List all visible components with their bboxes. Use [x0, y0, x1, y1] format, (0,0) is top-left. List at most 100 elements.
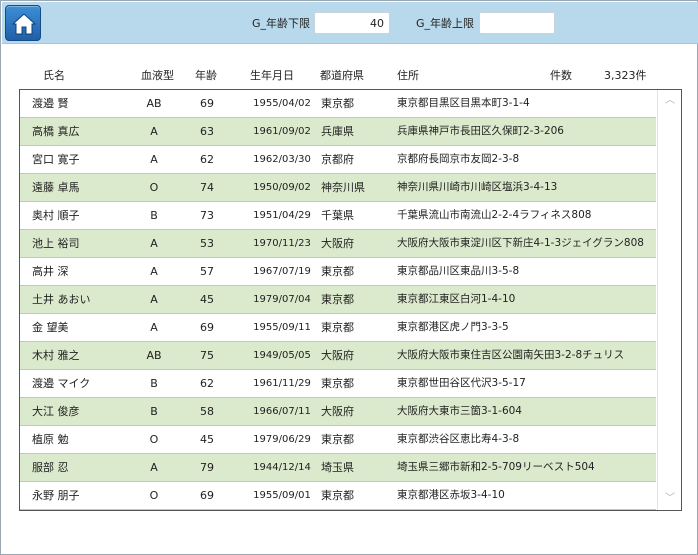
record-count-value: 3,323件: [604, 69, 647, 82]
cell-prefecture: 東京都: [321, 293, 354, 306]
cell-birth-date: 1961/11/29: [253, 378, 311, 389]
table-row[interactable]: 永野 朋子 O 69 1955/09/01 東京都 東京都港区赤坂3-4-10: [20, 482, 656, 510]
chevron-down-icon[interactable]: ﹀: [663, 492, 677, 506]
cell-name: 服部 忍: [32, 461, 69, 474]
cell-name: 大江 俊彦: [32, 405, 80, 418]
cell-prefecture: 千葉県: [321, 209, 354, 222]
cell-birth-date: 1967/07/19: [253, 266, 311, 277]
table-row[interactable]: 金 望美 A 69 1955/09/11 東京都 東京都港区虎ノ門3-3-5: [20, 314, 656, 342]
table-row[interactable]: 植原 勉 O 45 1979/06/29 東京都 東京都渋谷区恵比寿4-3-8: [20, 426, 656, 454]
cell-prefecture: 大阪府: [321, 349, 354, 362]
cell-age: 45: [200, 293, 214, 306]
table-row[interactable]: 高井 深 A 57 1967/07/19 東京都 東京都品川区東品川3-5-8: [20, 258, 656, 286]
cell-age: 63: [200, 125, 214, 138]
table-row[interactable]: 渡邉 賢 AB 69 1955/04/02 東京都 東京都目黒区目黒本町3-1-4: [20, 90, 656, 118]
cell-address: 東京都世田谷区代沢3-5-17: [397, 377, 526, 389]
table-row[interactable]: 土井 あおい A 45 1979/07/04 東京都 東京都江東区白河1-4-10: [20, 286, 656, 314]
header-name: 氏名: [43, 69, 65, 82]
cell-birth-date: 1955/09/11: [253, 322, 311, 333]
cell-birth-date: 1951/04/29: [253, 210, 311, 221]
cell-address: 大阪府大阪市東住吉区公園南矢田3-2-8チュリス: [397, 349, 625, 361]
cell-address: 東京都江東区白河1-4-10: [397, 293, 516, 305]
cell-prefecture: 東京都: [321, 489, 354, 502]
cell-age: 79: [200, 461, 214, 474]
cell-blood-type: A: [150, 293, 158, 306]
age-max-label: G_年齢上限: [416, 17, 475, 30]
table-row[interactable]: 服部 忍 A 79 1944/12/14 埼玉県 埼玉県三郷市新和2-5-709リーベスト…: [20, 454, 656, 482]
age-max-input[interactable]: [479, 12, 555, 34]
cell-age: 69: [200, 97, 214, 110]
cell-age: 73: [200, 209, 214, 222]
cell-age: 69: [200, 321, 214, 334]
cell-address: 大阪府大東市三箇3-1-604: [397, 405, 522, 417]
cell-birth-date: 1961/09/02: [253, 126, 311, 137]
cell-address: 神奈川県川崎市川崎区塩浜3-4-13: [397, 181, 558, 193]
record-count-label: 件数: [550, 69, 572, 82]
header-birth: 生年月日: [250, 69, 294, 82]
cell-birth-date: 1955/04/02: [253, 98, 311, 109]
header-address: 住所: [397, 69, 419, 82]
table-row[interactable]: 宮口 寛子 A 62 1962/03/30 京都府 京都府長岡京市友岡2-3-8: [20, 146, 656, 174]
cell-blood-type: A: [150, 321, 158, 334]
cell-blood-type: A: [150, 153, 158, 166]
age-min-input[interactable]: [314, 12, 390, 34]
chevron-up-icon[interactable]: ︿: [663, 94, 677, 108]
cell-address: 兵庫県神戸市長田区久保町2-3-206: [397, 125, 564, 137]
home-button[interactable]: [5, 5, 41, 41]
cell-prefecture: 大阪府: [321, 405, 354, 418]
cell-name: 渡邉 マイク: [32, 377, 91, 390]
cell-blood-type: B: [150, 377, 158, 390]
cell-age: 74: [200, 181, 214, 194]
cell-address: 京都府長岡京市友岡2-3-8: [397, 153, 520, 165]
cell-blood-type: AB: [146, 97, 162, 110]
table-row[interactable]: 遠藤 卓馬 O 74 1950/09/02 神奈川県 神奈川県川崎市川崎区塩浜3-4-13: [20, 174, 656, 202]
cell-address: 東京都港区赤坂3-4-10: [397, 489, 505, 501]
cell-birth-date: 1979/07/04: [253, 294, 311, 305]
cell-blood-type: B: [150, 405, 158, 418]
cell-name: 金 望美: [32, 321, 69, 334]
table-row[interactable]: 奥村 順子 B 73 1951/04/29 千葉県 千葉県流山市南流山2-2-4ラフィネス…: [20, 202, 656, 230]
cell-name: 木村 雅之: [32, 349, 80, 362]
cell-age: 62: [200, 377, 214, 390]
cell-address: 東京都渋谷区恵比寿4-3-8: [397, 433, 520, 445]
records-table: 渡邉 賢 AB 69 1955/04/02 東京都 東京都目黒区目黒本町3-1-4 高橋 真…: [19, 89, 682, 511]
cell-age: 57: [200, 265, 214, 278]
cell-birth-date: 1949/05/05: [253, 350, 311, 361]
cell-prefecture: 東京都: [321, 97, 354, 110]
cell-age: 53: [200, 237, 214, 250]
cell-prefecture: 埼玉県: [321, 461, 354, 474]
vertical-scrollbar[interactable]: ︿ ﹀: [657, 90, 681, 510]
cell-age: 58: [200, 405, 214, 418]
cell-address: 大阪府大阪市東淀川区下新庄4-1-3ジェイグラン808: [397, 237, 644, 249]
table-row[interactable]: 高橋 真広 A 63 1961/09/02 兵庫県 兵庫県神戸市長田区久保町2-3-206: [20, 118, 656, 146]
cell-name: 奥村 順子: [32, 209, 80, 222]
cell-age: 75: [200, 349, 214, 362]
header-pref: 都道府県: [320, 69, 364, 82]
cell-birth-date: 1955/09/01: [253, 490, 311, 501]
cell-blood-type: O: [149, 433, 159, 446]
cell-name: 高井 深: [32, 265, 69, 278]
cell-birth-date: 1966/07/11: [253, 406, 311, 417]
cell-prefecture: 東京都: [321, 321, 354, 334]
cell-blood-type: A: [150, 237, 158, 250]
cell-name: 遠藤 卓馬: [32, 181, 80, 194]
cell-blood-type: O: [149, 181, 159, 194]
table-row[interactable]: 渡邉 マイク B 62 1961/11/29 東京都 東京都世田谷区代沢3-5-17: [20, 370, 656, 398]
cell-blood-type: O: [149, 489, 159, 502]
cell-prefecture: 東京都: [321, 377, 354, 390]
cell-address: 東京都目黒区目黒本町3-1-4: [397, 97, 530, 109]
column-header-row: 氏名 血液型 年齢 生年月日 都道府県 住所 件数 3,323件: [1, 67, 698, 83]
cell-blood-type: AB: [146, 349, 162, 362]
cell-name: 渡邉 賢: [32, 97, 69, 110]
cell-name: 永野 朋子: [32, 489, 80, 502]
cell-address: 東京都品川区東品川3-5-8: [397, 265, 520, 277]
cell-birth-date: 1944/12/14: [253, 462, 311, 473]
cell-name: 高橋 真広: [32, 125, 80, 138]
cell-birth-date: 1962/03/30: [253, 154, 311, 165]
cell-age: 69: [200, 489, 214, 502]
table-row[interactable]: 大江 俊彦 B 58 1966/07/11 大阪府 大阪府大東市三箇3-1-604: [20, 398, 656, 426]
cell-prefecture: 大阪府: [321, 237, 354, 250]
cell-prefecture: 兵庫県: [321, 125, 354, 138]
table-row[interactable]: 木村 雅之 AB 75 1949/05/05 大阪府 大阪府大阪市東住吉区公園南矢田3-2…: [20, 342, 656, 370]
table-row[interactable]: 池上 裕司 A 53 1970/11/23 大阪府 大阪府大阪市東淀川区下新庄4-1-3ジ…: [20, 230, 656, 258]
